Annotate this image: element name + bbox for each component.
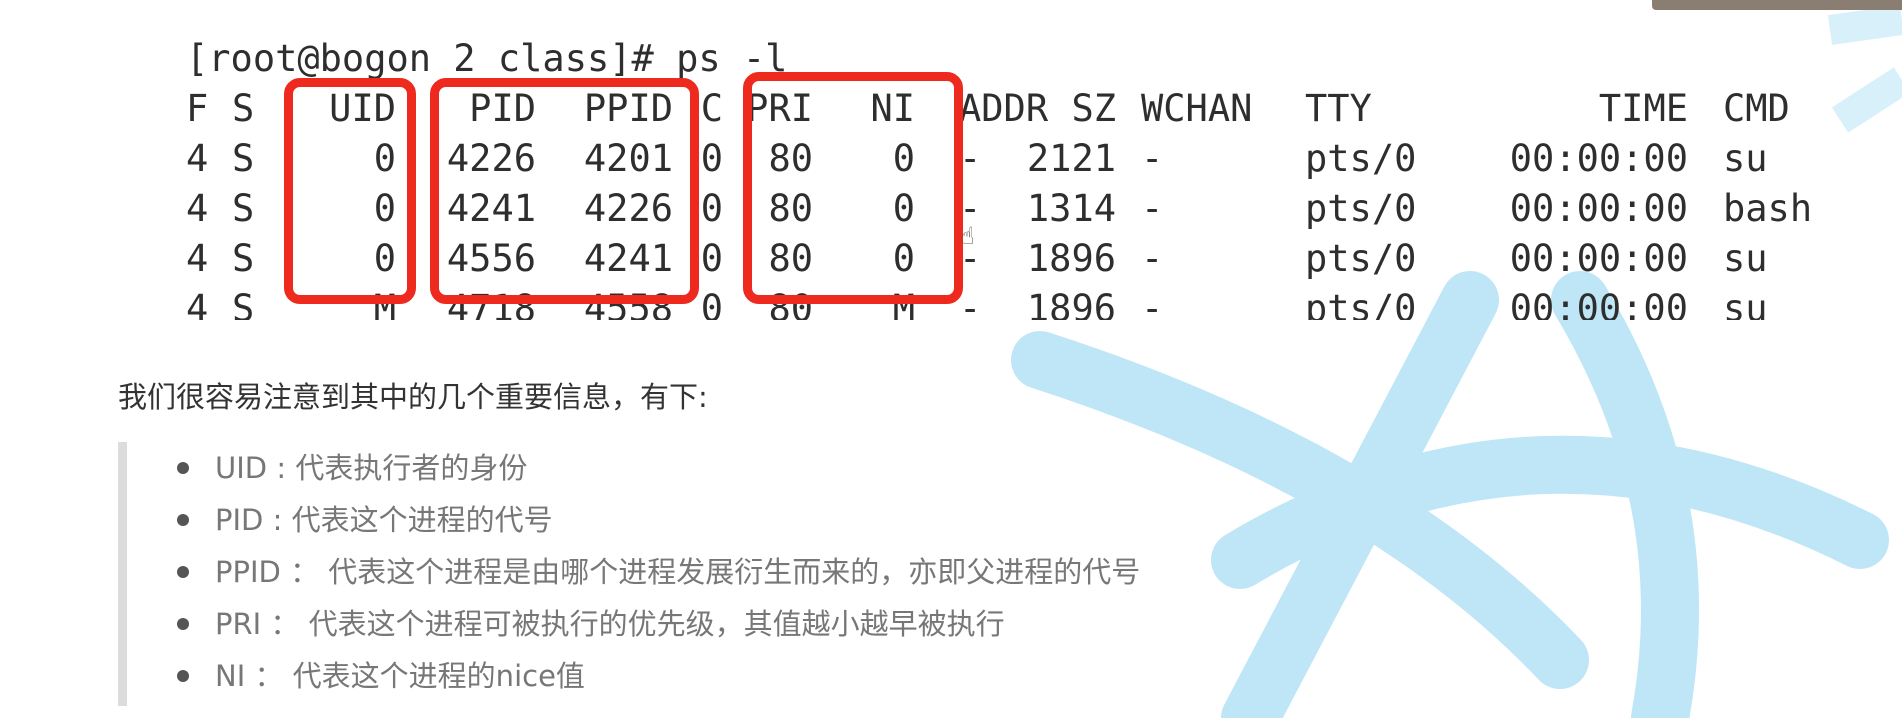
list-item: NI ： 代表这个进程的nice值 xyxy=(177,650,585,702)
terminal-cell: S xyxy=(232,137,255,180)
list-item: PPID ： 代表这个进程是由哪个进程发展衍生而来的，亦即父进程的代号 xyxy=(177,546,1141,598)
list-item: PID : 代表这个进程的代号 xyxy=(177,494,553,546)
terminal-cell: 1896 xyxy=(1026,237,1116,280)
terminal-cell: 1896 xyxy=(1026,287,1116,320)
terminal-cell: 00:00:00 xyxy=(1509,237,1688,280)
col-s: S xyxy=(232,87,255,130)
terminal-cell: - xyxy=(1141,237,1164,280)
terminal-cell: S xyxy=(232,187,255,230)
terminal-cell: pts/0 xyxy=(1305,137,1417,180)
col-wchan: WCHAN xyxy=(1141,87,1253,130)
terminal-cell: 00:00:00 xyxy=(1509,187,1688,230)
terminal-cell: 1314 xyxy=(1026,187,1116,230)
bullet-icon xyxy=(177,670,189,682)
terminal-cell: pts/0 xyxy=(1305,237,1417,280)
terminal-cell: su xyxy=(1723,287,1768,320)
col-cmd: CMD xyxy=(1723,87,1790,130)
col-tty: TTY xyxy=(1305,87,1372,130)
list-item-text: UID : 代表执行者的身份 xyxy=(215,451,528,485)
terminal-cell: - xyxy=(1141,137,1164,180)
col-time: TIME xyxy=(1598,87,1688,130)
bullet-icon xyxy=(177,566,189,578)
terminal-cell: 4 xyxy=(186,237,209,280)
terminal-cell: su xyxy=(1723,237,1768,280)
quote-block: UID : 代表执行者的身份 PID : 代表这个进程的代号 PPID ： 代表… xyxy=(118,442,1427,706)
col-sz: SZ xyxy=(1071,87,1116,130)
list-item-text: PRI ： 代表这个进程可被执行的优先级，其值越小越早被执行 xyxy=(215,607,1005,641)
terminal-prompt: [root@bogon 2 class]# ps -l xyxy=(186,37,788,80)
bullet-icon xyxy=(177,618,189,630)
terminal-cell: - xyxy=(1141,187,1164,230)
hand-cursor-icon: ☝ xyxy=(960,222,975,250)
bullet-icon xyxy=(177,514,189,526)
terminal-cell: pts/0 xyxy=(1305,287,1417,320)
list-item-text: NI ： 代表这个进程的nice值 xyxy=(215,659,585,693)
uid-highlight-box xyxy=(284,78,416,304)
pid-ppid-highlight-box xyxy=(430,78,699,304)
terminal-cell: S xyxy=(232,237,255,280)
list-item-text: PPID ： 代表这个进程是由哪个进程发展衍生而来的，亦即父进程的代号 xyxy=(215,555,1141,589)
terminal-cell: 4 xyxy=(186,187,209,230)
terminal-cell: S xyxy=(232,287,255,320)
terminal-cell: - xyxy=(1141,287,1164,320)
list-item: UID : 代表执行者的身份 xyxy=(177,442,528,494)
terminal-cell: su xyxy=(1723,137,1768,180)
list-item: PRI ： 代表这个进程可被执行的优先级，其值越小越早被执行 xyxy=(177,598,1005,650)
bullet-icon xyxy=(177,462,189,474)
col-f: F xyxy=(186,87,209,130)
pri-ni-highlight-box xyxy=(743,72,963,304)
terminal-cell: 00:00:00 xyxy=(1509,137,1688,180)
terminal-cell: 00:00:00 xyxy=(1509,287,1688,320)
terminal-cell: bash xyxy=(1723,187,1813,230)
terminal-cell: 4 xyxy=(186,287,209,320)
terminal-cell: 2121 xyxy=(1026,137,1116,180)
list-item-text: PID : 代表这个进程的代号 xyxy=(215,503,553,537)
terminal-cell: pts/0 xyxy=(1305,187,1417,230)
corner-image xyxy=(1652,0,1902,10)
intro-text: 我们很容易注意到其中的几个重要信息，有下: xyxy=(118,380,708,414)
terminal-cell: 4 xyxy=(186,137,209,180)
